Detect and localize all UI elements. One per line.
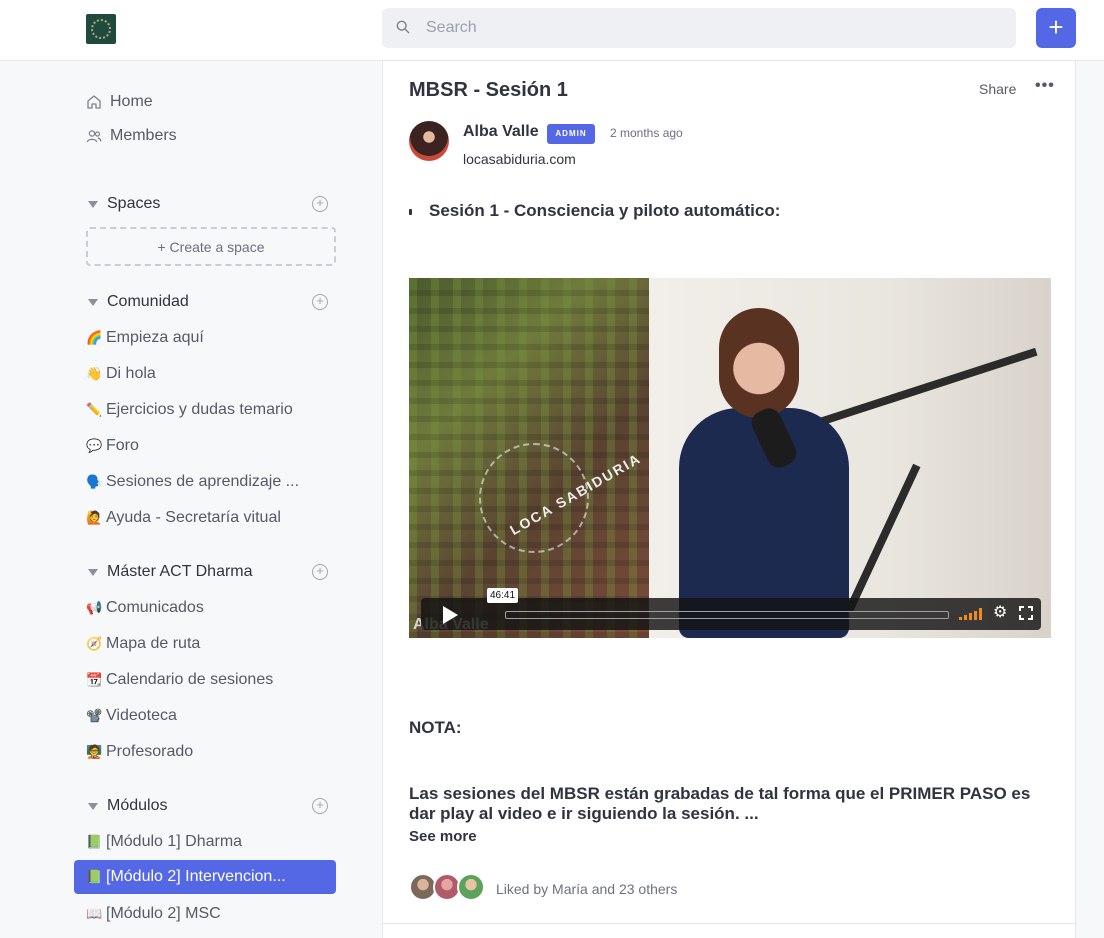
sidebar-link-label: Members bbox=[110, 127, 177, 144]
sidebar-link-home[interactable]: Home bbox=[86, 90, 153, 114]
section-title: Spaces bbox=[107, 195, 161, 212]
divider bbox=[383, 923, 1077, 924]
collapse-triangle-icon[interactable] bbox=[88, 802, 98, 810]
note-heading: NOTA: bbox=[409, 718, 462, 737]
add-circle-icon[interactable]: + bbox=[312, 798, 328, 814]
megaphone-icon: 📢 bbox=[86, 600, 103, 615]
space-item-label: Ejercicios y dudas temario bbox=[106, 401, 293, 418]
space-item[interactable]: 📆 Calendario de sesiones bbox=[86, 668, 336, 692]
space-item-active[interactable]: 📗 [Módulo 2] Intervencion... bbox=[74, 860, 336, 894]
community-logo[interactable] bbox=[86, 14, 116, 44]
search-input[interactable] bbox=[426, 8, 986, 48]
author-headline: locasabiduria.com bbox=[463, 151, 576, 167]
more-options-icon[interactable]: ••• bbox=[1035, 77, 1055, 95]
sidebar: Home Members Spaces + + Create a space C… bbox=[0, 61, 382, 938]
section-title: Módulos bbox=[107, 797, 168, 814]
space-item[interactable]: 📽️ Videoteca bbox=[86, 704, 336, 728]
section-title: Máster ACT Dharma bbox=[107, 563, 253, 580]
space-item[interactable]: 🧭 Mapa de ruta bbox=[86, 632, 336, 656]
video-duration: 46:41 bbox=[487, 588, 519, 603]
top-header: + bbox=[0, 0, 1104, 61]
see-more-link[interactable]: See more bbox=[409, 828, 477, 845]
likes-summary[interactable]: Liked by María and 23 others bbox=[496, 881, 677, 897]
section-modulos[interactable]: Módulos + bbox=[86, 794, 336, 818]
video-player[interactable]: LOCA SABIDURIA Alba Valle 46:41 ⚙ bbox=[409, 278, 1051, 638]
author-name[interactable]: Alba Valle bbox=[463, 123, 539, 141]
raising-hand-icon: 🙋 bbox=[86, 510, 103, 525]
section-comunidad[interactable]: Comunidad + bbox=[86, 290, 336, 314]
rainbow-icon: 🌈 bbox=[86, 330, 103, 345]
space-item-label: Di hola bbox=[106, 365, 156, 382]
collapse-triangle-icon[interactable] bbox=[88, 200, 98, 208]
space-item-label: Comunicados bbox=[106, 599, 204, 616]
space-item[interactable]: ✏️ Ejercicios y dudas temario bbox=[86, 398, 336, 422]
search-bar[interactable] bbox=[382, 8, 1016, 48]
sidebar-link-label: Home bbox=[110, 93, 153, 110]
post-body: Las sesiones del MBSR están grabadas de … bbox=[409, 784, 1031, 823]
space-item[interactable]: 📗 [Módulo 1] Dharma bbox=[86, 830, 336, 854]
add-circle-icon[interactable]: + bbox=[312, 294, 328, 310]
space-item-label: Videoteca bbox=[106, 707, 177, 724]
space-item-label: Foro bbox=[106, 437, 139, 454]
play-icon[interactable] bbox=[443, 606, 458, 624]
add-circle-icon[interactable]: + bbox=[312, 564, 328, 580]
calendar-icon: 📆 bbox=[86, 672, 103, 687]
search-icon bbox=[396, 20, 410, 34]
space-item[interactable]: 👋 Di hola bbox=[86, 362, 336, 386]
space-item-label: Ayuda - Secretaría vitual bbox=[106, 509, 281, 526]
section-spaces[interactable]: Spaces + bbox=[86, 192, 336, 216]
members-icon bbox=[86, 130, 102, 143]
teacher-icon: 🧑‍🏫 bbox=[86, 744, 103, 759]
share-button[interactable]: Share bbox=[979, 81, 1016, 97]
space-item[interactable]: 🧑‍🏫 Profesorado bbox=[86, 740, 336, 764]
liker-avatars[interactable] bbox=[409, 873, 489, 903]
pencil-icon: ✏️ bbox=[86, 402, 103, 417]
compass-icon: 🧭 bbox=[86, 636, 103, 651]
collapse-triangle-icon[interactable] bbox=[88, 298, 98, 306]
section-master-act-dharma[interactable]: Máster ACT Dharma + bbox=[86, 560, 336, 584]
collapse-triangle-icon[interactable] bbox=[88, 568, 98, 576]
space-item-label: Profesorado bbox=[106, 743, 194, 760]
space-item-label: Sesiones de aprendizaje ... bbox=[106, 473, 300, 490]
home-icon bbox=[87, 95, 101, 109]
add-circle-icon[interactable]: + bbox=[312, 196, 328, 212]
speech-bubble-icon: 💬 bbox=[86, 438, 103, 453]
space-item-label: Calendario de sesiones bbox=[106, 671, 274, 688]
presenter-figure bbox=[659, 308, 859, 638]
speaking-head-icon: 🗣️ bbox=[86, 474, 103, 489]
open-book-icon: 📖 bbox=[86, 906, 103, 921]
post-timestamp[interactable]: 2 months ago bbox=[610, 126, 683, 140]
waving-hand-icon: 👋 bbox=[86, 366, 103, 381]
space-item-label: [Módulo 2] MSC bbox=[106, 905, 221, 922]
fullscreen-icon[interactable] bbox=[1019, 606, 1033, 620]
progress-track[interactable] bbox=[505, 611, 949, 619]
section-title: Comunidad bbox=[107, 293, 189, 310]
video-controls: 46:41 ⚙ bbox=[421, 588, 1041, 630]
create-post-button[interactable]: + bbox=[1036, 8, 1076, 48]
avatar[interactable] bbox=[409, 121, 449, 161]
space-item-label: Mapa de ruta bbox=[106, 635, 201, 652]
green-book-icon: 📗 bbox=[86, 869, 103, 884]
film-projector-icon: 📽️ bbox=[86, 708, 103, 723]
post-card: MBSR - Sesión 1 Share ••• Alba Valle ADM… bbox=[382, 61, 1077, 938]
green-book-icon: 📗 bbox=[86, 834, 103, 849]
sidebar-link-members[interactable]: Members bbox=[86, 124, 177, 148]
settings-gear-icon[interactable]: ⚙ bbox=[993, 605, 1009, 621]
space-item[interactable]: 🗣️ Sesiones de aprendizaje ... bbox=[86, 470, 336, 494]
space-item[interactable]: 📢 Comunicados bbox=[86, 596, 336, 620]
space-item-label: [Módulo 2] Intervencion... bbox=[106, 868, 286, 885]
post-title: MBSR - Sesión 1 bbox=[409, 79, 568, 101]
space-item[interactable]: 💬 Foro bbox=[86, 434, 336, 458]
space-item[interactable]: 🌈 Empieza aquí bbox=[86, 326, 336, 350]
admin-badge: ADMIN bbox=[547, 124, 595, 144]
space-item[interactable]: 📖 [Módulo 2] MSC bbox=[86, 902, 336, 926]
space-item-label: Empieza aquí bbox=[106, 329, 204, 346]
space-item[interactable]: 🙋 Ayuda - Secretaría vitual bbox=[86, 506, 336, 530]
volume-icon[interactable] bbox=[959, 608, 985, 620]
bullet-icon bbox=[409, 209, 412, 215]
session-heading: Sesión 1 - Consciencia y piloto automáti… bbox=[429, 201, 781, 220]
create-space-button[interactable]: + Create a space bbox=[86, 227, 336, 266]
space-item-label: [Módulo 1] Dharma bbox=[106, 833, 243, 850]
